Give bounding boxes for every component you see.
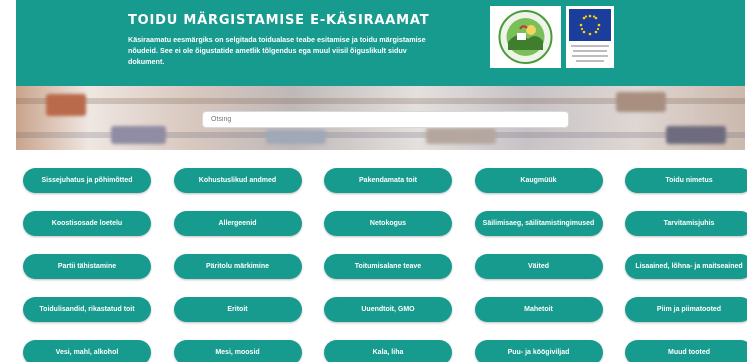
category-button[interactable]: Uuendtoit, GMO — [324, 297, 452, 322]
category-button[interactable]: Puu- ja köögiviljad — [474, 340, 603, 362]
blurred-product — [616, 92, 666, 112]
category-button[interactable]: Lisaained, lõhna- ja maitseained — [625, 254, 747, 279]
category-button[interactable]: Kaugmüük — [474, 168, 603, 193]
category-button[interactable]: Pakendamata toit — [324, 168, 452, 193]
category-button[interactable]: Tarvitamisjuhis — [625, 211, 747, 236]
category-button[interactable]: Muud tooted — [625, 340, 747, 362]
page-title: TOIDU MÄRGISTAMISE E-KÄSIRAAMAT — [128, 13, 430, 28]
category-button[interactable]: Partii tähistamine — [23, 254, 151, 279]
category-button[interactable]: Koostisosade loetelu — [23, 211, 151, 236]
category-button[interactable]: Toitumisalane teave — [324, 254, 452, 279]
category-button[interactable]: Kohustuslikud andmed — [173, 168, 302, 193]
category-button[interactable]: Päritolu märkimine — [173, 254, 302, 279]
blurred-product — [666, 126, 726, 144]
category-button[interactable]: Väited — [474, 254, 603, 279]
category-button[interactable]: Toidulisandid, rikastatud toit — [23, 297, 151, 322]
hero-banner — [16, 86, 745, 150]
category-button[interactable]: Netokogus — [324, 211, 452, 236]
category-grid: Sissejuhatus ja põhimõtted Kohustuslikud… — [23, 168, 747, 362]
category-button[interactable]: Kala, liha — [324, 340, 452, 362]
site-header: TOIDU MÄRGISTAMISE E-KÄSIRAAMAT Käsiraam… — [16, 0, 745, 86]
page-description: Käsiraamatu eesmärgiks on selgitada toid… — [128, 35, 426, 66]
category-button[interactable]: Toidu nimetus — [625, 168, 747, 193]
eu-flag-logo — [566, 6, 614, 68]
category-button[interactable]: Eritoit — [173, 297, 302, 322]
blurred-product — [426, 128, 496, 144]
blurred-product — [111, 126, 166, 144]
quality-seal-logo — [490, 6, 561, 68]
category-button[interactable]: Vesi, mahl, alkohol — [23, 340, 151, 362]
category-button[interactable]: Mahetoit — [474, 297, 603, 322]
blurred-product — [266, 130, 326, 144]
category-button[interactable]: Sissejuhatus ja põhimõtted — [23, 168, 151, 193]
category-button[interactable]: Mesi, moosid — [173, 340, 302, 362]
search-input[interactable] — [202, 111, 569, 128]
category-button[interactable]: Piim ja piimatooted — [625, 297, 747, 322]
category-button[interactable]: Säilimisaeg, säilitamistingimused — [474, 211, 603, 236]
blurred-product — [46, 94, 86, 116]
category-button[interactable]: Allergeenid — [173, 211, 302, 236]
